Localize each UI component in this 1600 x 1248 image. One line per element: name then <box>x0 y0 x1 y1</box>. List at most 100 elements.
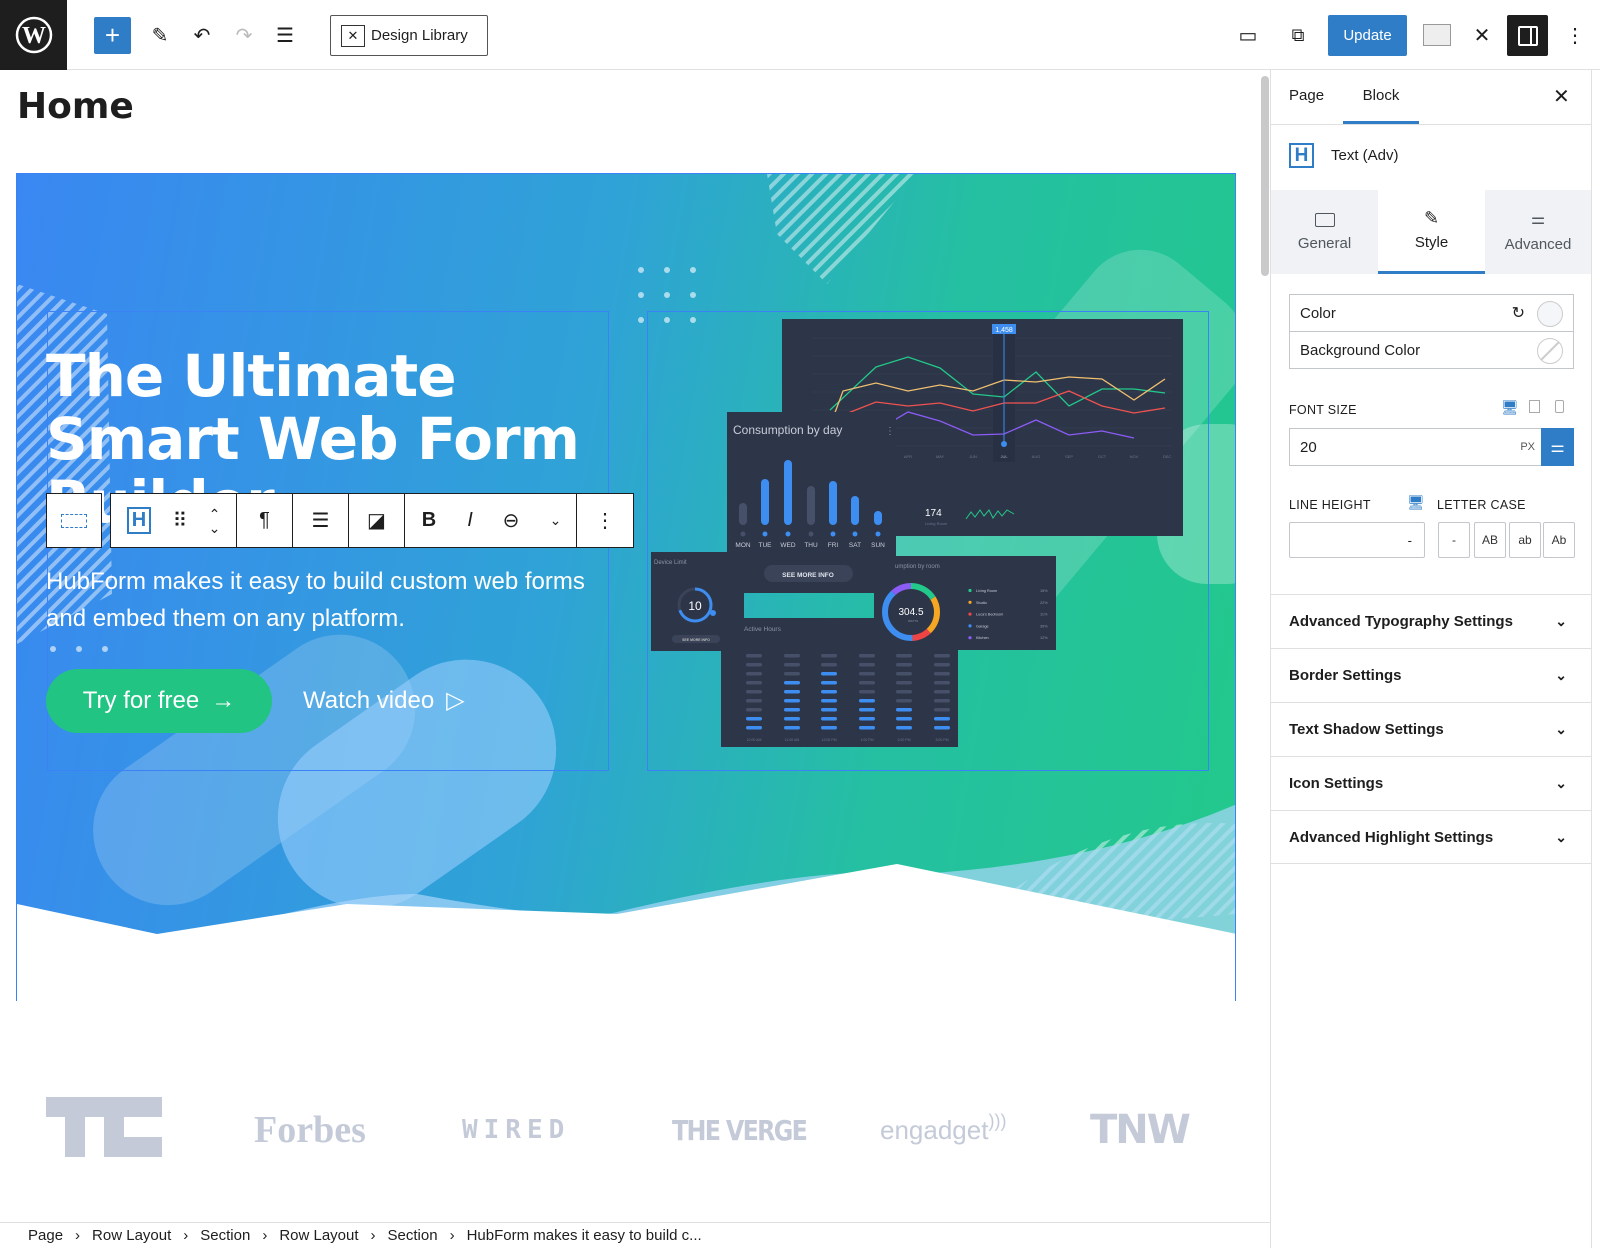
month-label: NOV <box>1130 454 1139 459</box>
color-control[interactable]: Color ↻ <box>1289 294 1574 332</box>
active-hour-cell <box>746 672 762 676</box>
day-bar <box>739 503 747 525</box>
accordion-advanced-highlight[interactable]: Advanced Highlight Settings ⌄ <box>1271 810 1591 864</box>
watch-video-link[interactable]: Watch video ▷ <box>303 686 465 715</box>
month-label: MAY <box>936 454 945 459</box>
hero-paragraph[interactable]: HubForm makes it easy to build custom we… <box>46 563 626 637</box>
redo-icon[interactable]: ↷ <box>227 18 261 52</box>
try-for-free-button[interactable]: Try for free → <box>46 669 272 733</box>
pencil-tools-icon[interactable]: ✎ <box>143 18 177 52</box>
line-height-input[interactable]: - <box>1289 522 1425 558</box>
bold-icon[interactable]: B <box>405 494 453 547</box>
align-left-icon[interactable]: ☰ <box>293 494 349 547</box>
italic-icon[interactable]: I <box>453 494 487 547</box>
subtab-style[interactable]: ✎ Style <box>1378 190 1485 274</box>
chevron-right-icon: › <box>449 1227 455 1244</box>
block-type-h-icon[interactable]: H <box>111 494 167 547</box>
canvas-scrollbar[interactable] <box>1261 76 1269 276</box>
breadcrumb-item[interactable]: Section <box>388 1227 438 1244</box>
font-size-input[interactable]: 20 PX <box>1289 428 1542 466</box>
accordion-icon[interactable]: Icon Settings ⌄ <box>1271 756 1591 810</box>
breadcrumb-item[interactable]: Row Layout <box>92 1227 171 1244</box>
kadence-icon[interactable]: ✕ <box>1465 18 1499 52</box>
day-dot <box>808 531 814 537</box>
desktop-device-icon[interactable]: 🖥 <box>1407 494 1425 511</box>
color-swatch[interactable] <box>1537 301 1563 327</box>
accordion-border[interactable]: Border Settings ⌄ <box>1271 648 1591 702</box>
day-bar <box>829 481 837 525</box>
active-hour-cell <box>896 654 912 658</box>
unit-label[interactable]: PX <box>1520 441 1535 453</box>
accordion-advanced-typography[interactable]: Advanced Typography Settings ⌄ <box>1271 594 1591 648</box>
background-color-control[interactable]: Background Color <box>1289 331 1574 369</box>
update-button[interactable]: Update <box>1328 15 1407 56</box>
breadcrumb-item[interactable]: Section <box>200 1227 250 1244</box>
link-icon[interactable]: ⊖ <box>487 494 535 547</box>
paragraph-icon[interactable]: ¶ <box>237 494 293 547</box>
add-block-button[interactable]: + <box>94 17 131 54</box>
letter-case-lower[interactable]: ab <box>1509 522 1541 558</box>
heading-line-2: Smart Web Form <box>46 405 580 473</box>
active-hour-cell <box>821 654 837 658</box>
subtab-general[interactable]: General <box>1271 190 1378 274</box>
page-title[interactable]: Home <box>17 86 134 127</box>
accordion-text-shadow[interactable]: Text Shadow Settings ⌄ <box>1271 702 1591 756</box>
active-hour-cell <box>784 672 800 676</box>
active-hour-cell <box>784 663 800 667</box>
tab-page[interactable]: Page <box>1289 87 1324 104</box>
close-icon[interactable]: ✕ <box>1553 84 1570 109</box>
active-hour-cell <box>896 699 912 703</box>
tablet-device-icon[interactable] <box>1529 400 1540 413</box>
format-box-icon[interactable]: ◪ <box>349 494 405 547</box>
active-hour-cell <box>746 726 762 730</box>
reset-icon[interactable]: ↻ <box>1512 303 1525 323</box>
more-formatting-chevron-icon[interactable]: ⌄ <box>535 494 577 547</box>
legend-pct: 16% <box>1040 589 1048 593</box>
settings-panel-toggle[interactable] <box>1507 15 1548 56</box>
block-name: Text (Adv) <box>1331 147 1399 164</box>
see-more-info: SEE MORE INFO <box>782 572 834 579</box>
sidebar-icon <box>1517 25 1538 46</box>
active-hour-cell <box>896 672 912 676</box>
tab-block[interactable]: Block <box>1343 70 1419 124</box>
active-title: Active Hours <box>744 626 782 633</box>
no-color-swatch[interactable] <box>1537 338 1563 364</box>
active-hour-cell <box>859 690 875 694</box>
design-library-button[interactable]: ✕ Design Library <box>330 15 488 56</box>
time-label: 1:00 PM <box>860 738 873 742</box>
legend-pct: 12% <box>1040 636 1048 640</box>
custom-size-sliders-button[interactable]: ⚌ <box>1541 428 1574 466</box>
preview-device-icon[interactable]: ▭ <box>1231 18 1265 52</box>
month-label: JUN <box>969 454 977 459</box>
desktop-device-icon[interactable]: 🖥 <box>1501 399 1519 416</box>
list-view-icon[interactable]: ☰ <box>268 18 302 52</box>
letter-case-upper[interactable]: AB <box>1474 522 1506 558</box>
stat-value: 174 <box>925 508 942 519</box>
view-page-external-icon[interactable]: ⧉ <box>1281 18 1315 52</box>
move-up-down-icon[interactable]: ⌃ ⌄ <box>193 494 237 547</box>
editor-notes-icon[interactable] <box>1420 18 1454 52</box>
play-icon: ▷ <box>446 687 465 714</box>
block-options-icon[interactable]: ⋮ <box>577 494 633 547</box>
active-hour-cell <box>859 681 875 685</box>
breadcrumb-item[interactable]: Row Layout <box>279 1227 358 1244</box>
letter-case-capitalize[interactable]: Ab <box>1543 522 1575 558</box>
more-options-icon[interactable]: ⋮ <box>1558 18 1592 52</box>
breadcrumb-item[interactable]: HubForm makes it easy to build c... <box>467 1227 702 1244</box>
legend-name: Luca's Bedroom <box>976 613 1003 617</box>
undo-icon[interactable]: ↶ <box>185 18 219 52</box>
font-size-label: FONT SIZE <box>1289 403 1357 417</box>
drag-handle-icon[interactable]: ⠿ <box>167 494 193 547</box>
mobile-device-icon[interactable] <box>1555 400 1564 413</box>
active-hour-cell <box>859 699 875 703</box>
wired-logo: WIRED <box>462 1115 571 1145</box>
day-bar <box>874 511 882 525</box>
wordpress-logo-button[interactable]: W <box>0 0 67 70</box>
subtab-advanced[interactable]: ⚌ Advanced <box>1485 190 1591 274</box>
day-dot <box>785 531 791 537</box>
breadcrumb-item[interactable]: Page <box>28 1227 63 1244</box>
consumption-by-day-card: Consumption by day ⋮ MON TUE WED THU FRI SAT S… <box>727 412 896 593</box>
letter-case-none[interactable]: - <box>1438 522 1470 558</box>
select-parent-button[interactable] <box>46 493 102 548</box>
arrow-right-icon: → <box>211 687 236 714</box>
